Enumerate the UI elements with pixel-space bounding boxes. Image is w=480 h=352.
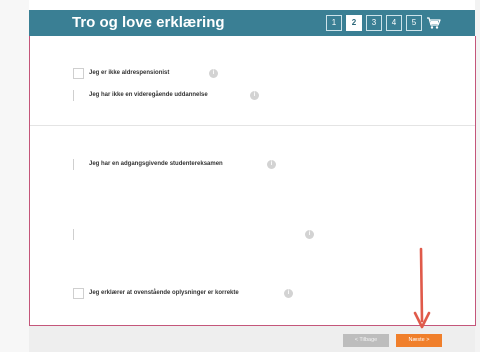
info-icon[interactable]: i <box>284 289 293 298</box>
footer-bar: < Tilbage Næste > <box>29 326 475 352</box>
step-1[interactable]: 1 <box>326 15 342 31</box>
info-icon[interactable]: i <box>209 69 218 78</box>
info-icon[interactable]: i <box>305 230 314 239</box>
checkbox[interactable] <box>73 68 84 79</box>
info-icon[interactable]: i <box>267 160 276 169</box>
next-button[interactable]: Næste > <box>396 334 442 347</box>
checkbox[interactable] <box>73 229 74 240</box>
option-label: Jeg har en adgangsgivende studentereksam… <box>89 161 223 167</box>
left-margin <box>0 0 29 352</box>
checkbox[interactable] <box>73 90 74 101</box>
step-2-active[interactable]: 2 <box>346 15 362 31</box>
annotation-arrow-icon <box>413 247 431 329</box>
option-label: Jeg erklærer at ovenstående oplysninger … <box>89 290 239 296</box>
section-divider <box>30 125 475 126</box>
step-3[interactable]: 3 <box>366 15 382 31</box>
step-5[interactable]: 5 <box>406 15 422 31</box>
page-title: Tro og love erklæring <box>72 14 225 31</box>
declaration-form: Jeg er ikke aldrespensionist i Jeg har i… <box>29 36 476 326</box>
option-label: Jeg er ikke aldrespensionist <box>89 70 170 76</box>
checkbox[interactable] <box>73 288 84 299</box>
option-label: Jeg har ikke en videregående uddannelse <box>89 92 208 98</box>
checkbox[interactable] <box>73 159 74 170</box>
header-bar: Tro og love erklæring 1 2 3 4 5 <box>29 10 475 36</box>
cart-icon[interactable] <box>426 15 442 31</box>
back-button[interactable]: < Tilbage <box>343 334 389 347</box>
info-icon[interactable]: i <box>250 91 259 100</box>
step-4[interactable]: 4 <box>386 15 402 31</box>
